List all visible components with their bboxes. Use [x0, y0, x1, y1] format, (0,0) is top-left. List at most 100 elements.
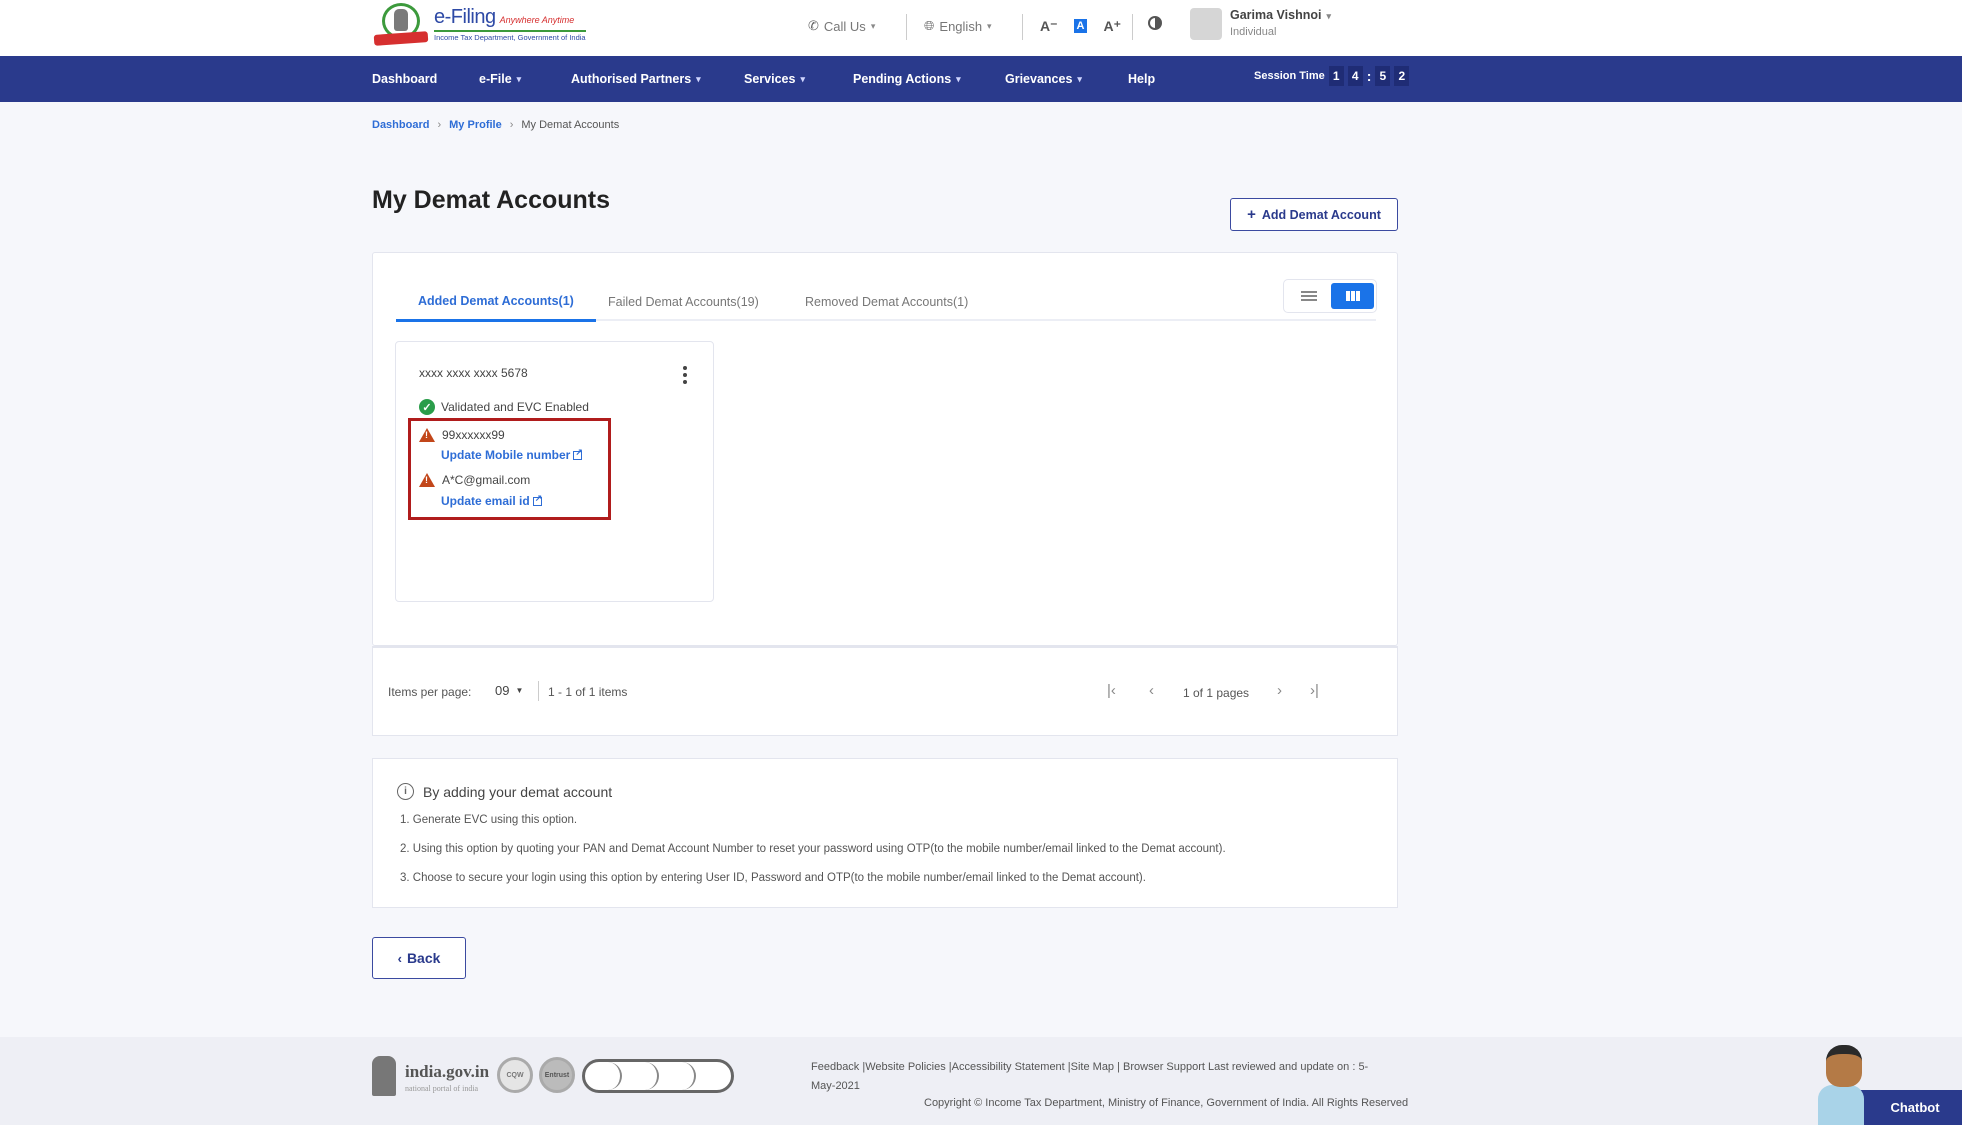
- chevron-down-icon: ▾: [1326, 11, 1331, 21]
- back-button[interactable]: ‹ Back: [372, 937, 466, 979]
- font-decrease-button[interactable]: A⁻: [1040, 18, 1058, 35]
- national-emblem-icon: [372, 1056, 396, 1096]
- back-label: Back: [406, 950, 441, 966]
- call-us-dropdown[interactable]: ✆ Call Us ▾: [808, 0, 875, 52]
- chevron-right-icon: ›: [509, 119, 514, 131]
- breadcrumb-dashboard[interactable]: Dashboard: [372, 119, 429, 131]
- emblem-icon: [372, 2, 430, 46]
- logo-subtitle: Income Tax Department, Government of Ind…: [434, 33, 586, 42]
- font-increase-button[interactable]: A⁺: [1103, 18, 1121, 35]
- nav-label: Grievances: [1005, 72, 1073, 86]
- email-address: A*C@gmail.com: [442, 473, 531, 487]
- more-options-icon[interactable]: [682, 366, 688, 384]
- page-title: My Demat Accounts: [372, 186, 611, 214]
- grid-view-button[interactable]: [1331, 283, 1374, 309]
- contrast-toggle-icon[interactable]: [1148, 16, 1162, 30]
- nav-services[interactable]: Services ▾: [744, 56, 805, 102]
- logo-tagline: Anywhere Anytime: [499, 15, 575, 25]
- demat-accounts-panel: Added Demat Accounts(1) Failed Demat Acc…: [372, 252, 1398, 646]
- check-circle-icon: ✓: [419, 399, 435, 415]
- info-item: 1. Generate EVC using this option.: [400, 814, 578, 826]
- update-mobile-label: Update Mobile number: [441, 448, 571, 462]
- chevron-down-icon: ▾: [1077, 73, 1082, 84]
- breadcrumb-current: My Demat Accounts: [521, 119, 620, 131]
- nav-label: Services: [744, 72, 796, 86]
- external-link-icon: [573, 447, 583, 460]
- language-label: English: [939, 18, 983, 34]
- nav-authorised-partners[interactable]: Authorised Partners ▾: [571, 56, 701, 102]
- session-digit: 5: [1375, 66, 1391, 86]
- divider: [538, 681, 539, 701]
- info-icon: i: [397, 783, 414, 800]
- main-navbar: Dashboard e-File ▾ Authorised Partners ▾ S…: [0, 56, 1962, 102]
- list-view-button[interactable]: [1292, 283, 1326, 309]
- chevron-right-icon: ›: [437, 119, 442, 131]
- items-per-page-select[interactable]: 09 ▼: [495, 683, 523, 698]
- nav-label: Dashboard: [372, 72, 438, 86]
- next-page-icon[interactable]: ›: [1277, 682, 1282, 699]
- session-digit: 4: [1347, 66, 1363, 86]
- font-size-controls: A⁻ A A⁺: [1040, 0, 1121, 52]
- logo-title: e-Filing: [434, 6, 496, 28]
- tab-bar: Added Demat Accounts(1) Failed Demat Acc…: [396, 283, 1376, 322]
- phone-icon: ✆: [808, 18, 819, 33]
- tab-removed-demat-accounts[interactable]: Removed Demat Accounts(1): [783, 283, 990, 321]
- chevron-down-icon: ▾: [516, 73, 522, 84]
- user-menu[interactable]: Garima Vishnoi ▾ Individual: [1190, 8, 1331, 40]
- session-colon: :: [1366, 68, 1372, 84]
- session-digit: 2: [1394, 66, 1410, 86]
- chevron-down-icon: ▾: [870, 20, 876, 31]
- call-us-label: Call Us: [823, 18, 866, 34]
- nav-help[interactable]: Help: [1128, 56, 1155, 102]
- warning-icon: [419, 428, 435, 442]
- nav-grievances[interactable]: Grievances ▾: [1005, 56, 1082, 102]
- iso-certification-icon: [582, 1059, 734, 1093]
- account-status: ✓ Validated and EVC Enabled: [419, 399, 589, 415]
- items-range: 1 - 1 of 1 items: [548, 685, 628, 699]
- globe-icon: 🌐︎: [924, 18, 935, 33]
- nav-pending-actions[interactable]: Pending Actions ▾: [853, 56, 961, 102]
- add-demat-account-button[interactable]: + Add Demat Account: [1230, 198, 1398, 231]
- breadcrumb-my-profile[interactable]: My Profile: [449, 119, 502, 131]
- info-item: 3. Choose to secure your login using thi…: [400, 872, 1146, 884]
- chatbot-avatar-icon: [1818, 1085, 1864, 1125]
- chevron-left-icon: ‹: [397, 950, 402, 966]
- plus-icon: +: [1247, 206, 1256, 223]
- info-panel: i By adding your demat account 1. Genera…: [372, 758, 1398, 908]
- nav-dashboard[interactable]: Dashboard: [372, 56, 437, 102]
- nav-label: e-File: [479, 72, 512, 86]
- external-link-icon: [532, 493, 542, 506]
- chatbot-button[interactable]: Chatbot: [1818, 1041, 1962, 1125]
- chevron-down-icon: ▾: [956, 73, 961, 84]
- footer-links[interactable]: Feedback |Website Policies |Accessibilit…: [811, 1058, 1391, 1096]
- mobile-row: 99xxxxxx99: [419, 428, 505, 442]
- first-page-icon[interactable]: |‹: [1107, 682, 1116, 699]
- avatar: [1190, 8, 1222, 40]
- mobile-number: 99xxxxxx99: [442, 428, 505, 442]
- india-gov-link[interactable]: india.gov.in: [405, 1062, 489, 1082]
- last-page-icon[interactable]: ›|: [1310, 682, 1319, 699]
- page-indicator: 1 of 1 pages: [1183, 686, 1250, 700]
- view-toggle: [1283, 279, 1377, 313]
- account-number: xxxx xxxx xxxx 5678: [419, 366, 528, 380]
- footer: india.gov.in national portal of india CQ…: [0, 1037, 1962, 1125]
- session-digit: 1: [1328, 66, 1344, 86]
- nav-label: Pending Actions: [853, 72, 952, 86]
- nav-efile[interactable]: e-File ▾: [479, 56, 521, 102]
- divider: [1132, 14, 1133, 40]
- warning-icon: [419, 473, 435, 487]
- efiling-logo[interactable]: e-Filing Anywhere Anytime Income Tax Dep…: [372, 2, 587, 46]
- prev-page-icon[interactable]: ‹: [1149, 682, 1154, 699]
- breadcrumb: Dashboard › My Profile › My Demat Accoun…: [372, 119, 619, 131]
- grid-icon: [1344, 291, 1361, 301]
- update-email-label: Update email id: [441, 494, 530, 508]
- chevron-down-icon: ▾: [987, 20, 992, 31]
- language-dropdown[interactable]: 🌐︎ English ▾: [924, 0, 992, 52]
- update-email-link[interactable]: Update email id: [441, 493, 542, 509]
- tab-added-demat-accounts[interactable]: Added Demat Accounts(1): [396, 283, 596, 322]
- user-name: Garima Vishnoi: [1230, 8, 1322, 22]
- font-default-button[interactable]: A: [1073, 19, 1088, 33]
- update-mobile-link[interactable]: Update Mobile number: [441, 447, 583, 463]
- nav-label: Help: [1128, 72, 1156, 86]
- tab-failed-demat-accounts[interactable]: Failed Demat Accounts(19): [586, 283, 781, 321]
